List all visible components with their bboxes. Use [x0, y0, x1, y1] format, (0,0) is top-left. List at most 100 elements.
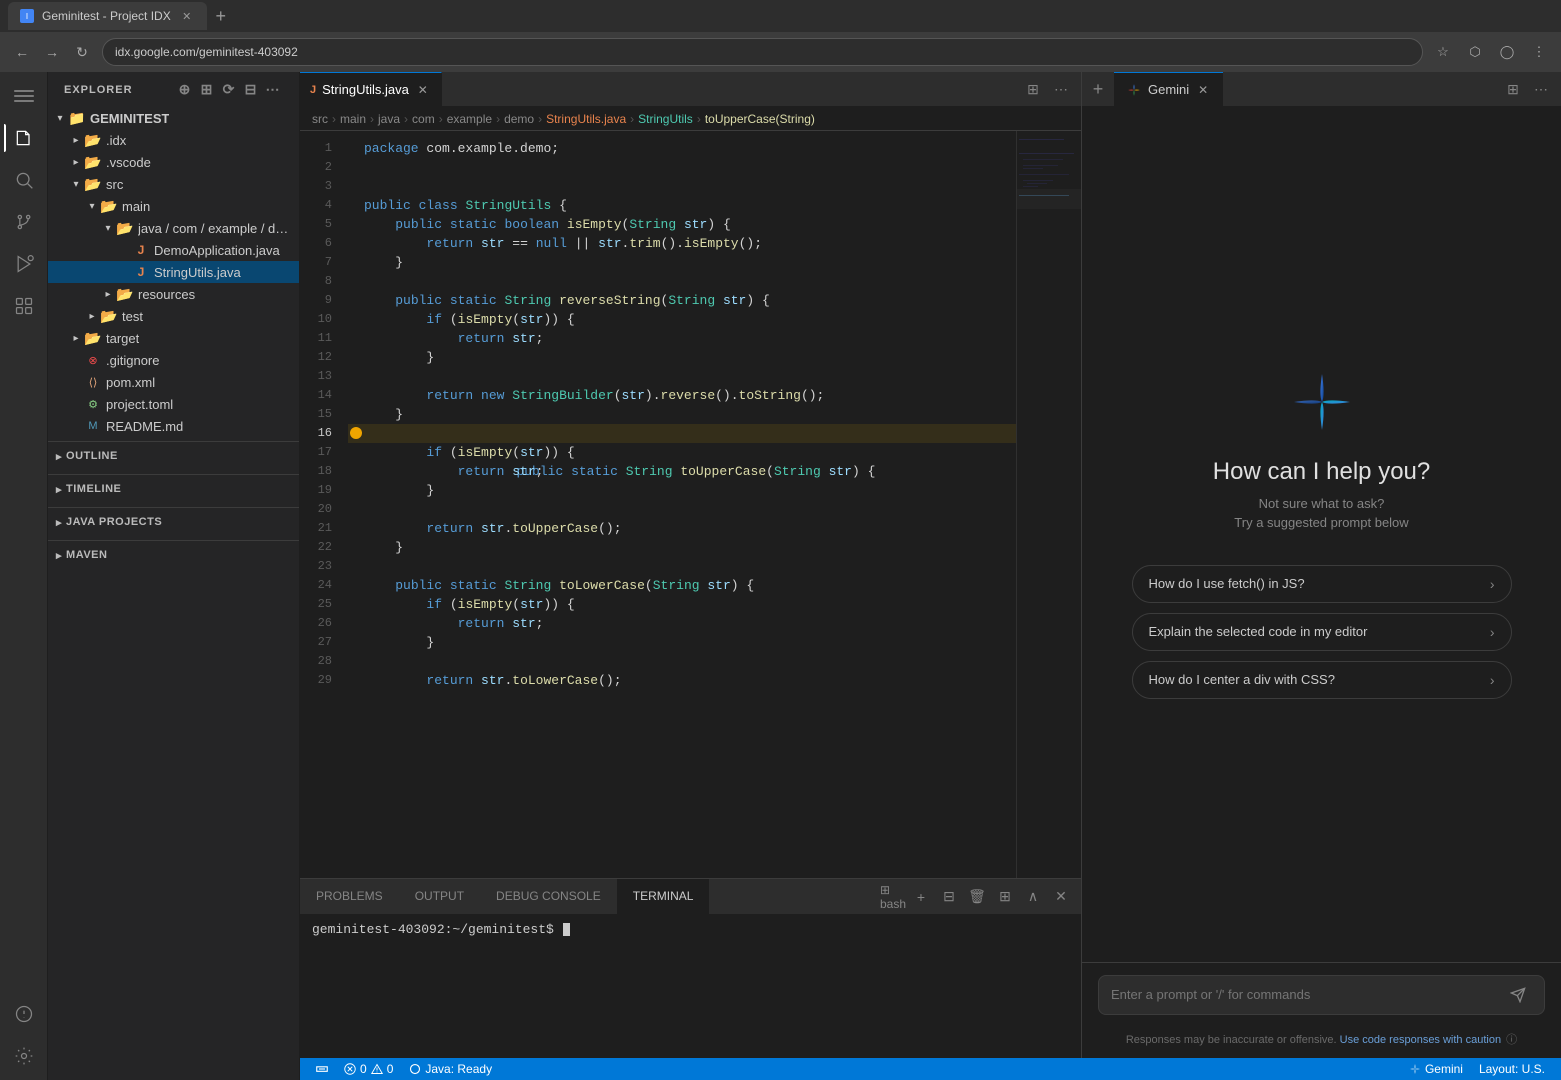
close-terminal-button[interactable]: ✕ [1049, 885, 1073, 909]
kill-terminal-button[interactable]: 🗑 [965, 885, 989, 909]
tree-item-target[interactable]: ▸ 📂 target [48, 327, 299, 349]
activity-extensions[interactable] [4, 286, 44, 326]
activity-run-debug[interactable] [4, 244, 44, 284]
gemini-new-tab-button[interactable]: + [1082, 72, 1114, 107]
disclaimer-link[interactable]: Use code responses with caution [1340, 1034, 1501, 1046]
gemini-input-box[interactable] [1098, 975, 1545, 1015]
address-bar[interactable]: idx.google.com/geminitest-403092 [102, 38, 1423, 66]
suggestion-fetch-text: How do I use fetch() in JS? [1149, 576, 1305, 591]
add-terminal-button[interactable]: + [909, 885, 933, 909]
tree-item-java-path[interactable]: ▾ 📂 java / com / example / demo [48, 217, 299, 239]
code-line-10: if (isEmpty(str)) { [348, 310, 1016, 329]
new-folder-icon[interactable]: ⊞ [197, 80, 217, 100]
gemini-send-button[interactable] [1504, 981, 1532, 1009]
timeline-section-header[interactable]: ▸ TIMELINE [48, 475, 299, 503]
maximize-terminal-button[interactable]: ⊞ [993, 885, 1017, 909]
file-tree: ▾ 📁 GEMINITEST ▸ 📂 .idx ▸ 📂 .vscode ▾ 📂 … [48, 107, 299, 1080]
activity-source-control[interactable] [4, 202, 44, 242]
collapse-all-icon[interactable]: ⊟ [241, 80, 261, 100]
breadcrumb-src[interactable]: src [312, 112, 328, 126]
tree-item-string-utils[interactable]: ▸ J StringUtils.java [48, 261, 299, 283]
breadcrumb-method[interactable]: toUpperCase(String) [705, 112, 815, 126]
breadcrumb-example[interactable]: example [447, 112, 492, 126]
tree-item-src[interactable]: ▾ 📂 src [48, 173, 299, 195]
java-projects-section-header[interactable]: ▸ JAVA PROJECTS [48, 508, 299, 536]
disclaimer-text: Responses may be inaccurate or offensive… [1126, 1034, 1340, 1046]
outline-section-header[interactable]: ▸ OUTLINE [48, 442, 299, 470]
code-line-5: public static boolean isEmpty(String str… [348, 215, 1016, 234]
browser-tab-active[interactable]: I Geminitest - Project IDX ✕ [8, 2, 207, 30]
reload-button[interactable]: ↻ [68, 38, 96, 66]
tree-item-test[interactable]: ▸ 📂 test [48, 305, 299, 327]
profile-button[interactable]: ◯ [1493, 38, 1521, 66]
suggestion-center[interactable]: How do I center a div with CSS? › [1132, 661, 1512, 699]
tree-item-idx[interactable]: ▸ 📂 .idx [48, 129, 299, 151]
breadcrumb-com[interactable]: com [412, 112, 435, 126]
status-java-ready[interactable]: Java: Ready [401, 1058, 500, 1080]
tab-output[interactable]: OUTPUT [399, 879, 480, 914]
extensions-button[interactable]: ⬡ [1461, 38, 1489, 66]
tab-problems[interactable]: PROBLEMS [300, 879, 399, 914]
activity-alerts[interactable] [4, 994, 44, 1034]
gemini-layout-icon[interactable]: ⊞ [1501, 77, 1525, 101]
sidebar-timeline-section: ▸ TIMELINE [48, 474, 299, 503]
chevron-down-icon: ▾ [84, 195, 100, 217]
gemini-input-area [1082, 962, 1561, 1027]
activity-search[interactable] [4, 160, 44, 200]
maven-section-header[interactable]: ▸ MAVEN [48, 541, 299, 569]
tab-terminal[interactable]: TERMINAL [617, 879, 710, 914]
tree-item-vscode[interactable]: ▸ 📂 .vscode [48, 151, 299, 173]
breadcrumb-file[interactable]: StringUtils.java [546, 112, 626, 126]
gemini-more-icon[interactable]: ⋯ [1529, 77, 1553, 101]
tree-item-resources[interactable]: ▸ 📂 resources [48, 283, 299, 305]
suggestion-explain[interactable]: Explain the selected code in my editor › [1132, 613, 1512, 651]
tree-item-pom-xml[interactable]: ▸ ⟨⟩ pom.xml [48, 371, 299, 393]
gemini-tab-active[interactable]: Gemini ✕ [1114, 72, 1223, 106]
new-tab-button[interactable]: + [207, 2, 235, 30]
tree-item-demo-application[interactable]: ▸ J DemoApplication.java [48, 239, 299, 261]
split-editor-icon[interactable]: ⊞ [1021, 77, 1045, 101]
star-button[interactable]: ☆ [1429, 38, 1457, 66]
tree-item-gitignore[interactable]: ▸ ⊗ .gitignore [48, 349, 299, 371]
timeline-label: TIMELINE [66, 483, 121, 495]
suggestion-fetch[interactable]: How do I use fetch() in JS? › [1132, 565, 1512, 603]
status-errors[interactable]: 0 0 [336, 1058, 401, 1080]
java-icon [409, 1063, 421, 1075]
editor-tab-close-button[interactable]: ✕ [415, 82, 431, 98]
more-actions-icon[interactable]: ⋯ [263, 80, 283, 100]
java-file-icon: J [132, 241, 150, 259]
maven-label: MAVEN [66, 549, 107, 561]
status-layout[interactable]: Layout: U.S. [1471, 1058, 1553, 1080]
breadcrumb-java[interactable]: java [378, 112, 400, 126]
tree-item-readme[interactable]: ▸ M README.md [48, 415, 299, 437]
send-icon [1510, 987, 1526, 1003]
tab-close-button[interactable]: ✕ [179, 8, 195, 24]
breadcrumb-demo[interactable]: demo [504, 112, 534, 126]
sidebar-header-actions: ⊕ ⊞ ⟳ ⊟ ⋯ [175, 80, 283, 100]
tree-item-project-toml[interactable]: ▸ ⚙ project.toml [48, 393, 299, 415]
refresh-icon[interactable]: ⟳ [219, 80, 239, 100]
terminal-body[interactable]: geminitest-403092:~/geminitest$ [300, 914, 1081, 1058]
code-area[interactable]: package com.example.demo; public class S… [348, 131, 1016, 878]
forward-button[interactable]: → [38, 38, 66, 66]
gemini-tab-close-button[interactable]: ✕ [1195, 82, 1211, 98]
tree-item-main[interactable]: ▾ 📂 main [48, 195, 299, 217]
editor-tab-string-utils[interactable]: J StringUtils.java ✕ [300, 72, 442, 106]
tab-debug-console[interactable]: DEBUG CONSOLE [480, 879, 617, 914]
split-terminal-button[interactable]: ⊟ [937, 885, 961, 909]
breadcrumb-class[interactable]: StringUtils [638, 112, 693, 126]
activity-menu[interactable] [4, 76, 44, 116]
back-button[interactable]: ← [8, 38, 36, 66]
new-file-icon[interactable]: ⊕ [175, 80, 195, 100]
more-actions-icon[interactable]: ⋯ [1049, 77, 1073, 101]
breadcrumb-main[interactable]: main [340, 112, 366, 126]
status-remote[interactable] [308, 1058, 336, 1080]
minimize-terminal-button[interactable]: ∧ [1021, 885, 1045, 909]
menu-button[interactable]: ⋮ [1525, 38, 1553, 66]
activity-explorer[interactable] [4, 118, 44, 158]
gemini-prompt-input[interactable] [1111, 987, 1504, 1002]
activity-settings[interactable] [4, 1036, 44, 1076]
status-gemini[interactable]: Gemini [1401, 1058, 1471, 1080]
sidebar-outline-section: ▸ OUTLINE [48, 441, 299, 470]
tree-root-geminitest[interactable]: ▾ 📁 GEMINITEST [48, 107, 299, 129]
